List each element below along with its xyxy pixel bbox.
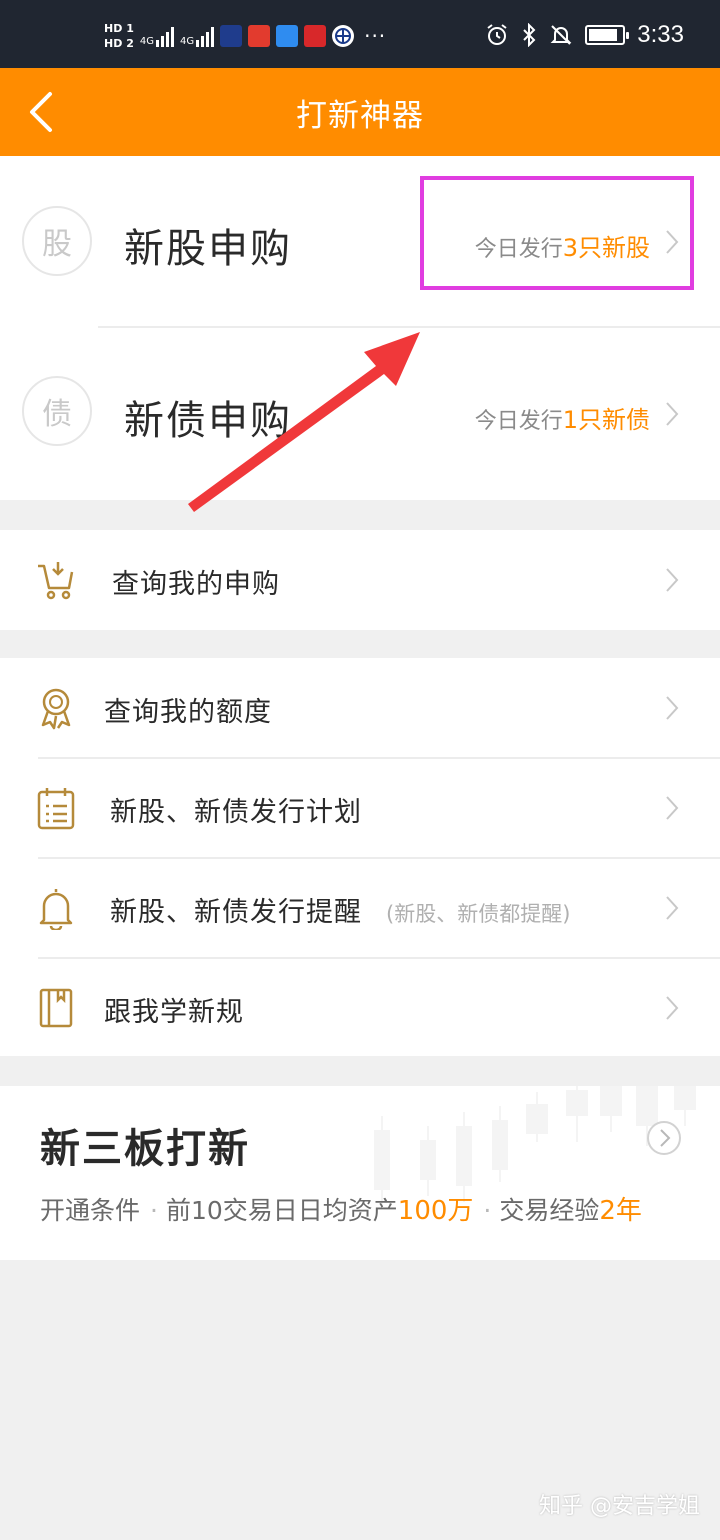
- chevron-right-icon: [666, 402, 679, 426]
- stock-badge-icon: 股: [22, 206, 92, 276]
- alarm-icon: [487, 24, 507, 45]
- mute-bell-icon: [550, 25, 572, 45]
- bluetooth-icon: [523, 23, 536, 47]
- watermark: 知乎 @安吉学姐: [539, 1494, 700, 1519]
- signal-icon-2: 4G: [180, 25, 215, 47]
- chevron-right-icon: [666, 996, 679, 1020]
- clock: 3:33: [637, 21, 684, 48]
- signal-icon: 4G: [140, 25, 174, 47]
- chevron-right-icon: [666, 796, 679, 820]
- page-title: 打新神器: [296, 98, 424, 134]
- chevron-right-icon: [666, 896, 679, 920]
- app-notification-icon: [332, 25, 355, 47]
- menu-label: 新股、新债发行提醒: [110, 897, 362, 928]
- candlestick-decoration-icon: [374, 1086, 696, 1206]
- new-stock-title: 新股申购: [124, 226, 292, 272]
- app-notification-icon: [248, 25, 271, 47]
- app-notification-icon: [276, 25, 299, 47]
- bond-badge-icon: 债: [22, 376, 92, 446]
- query-subscription-card: 查询我的申购: [0, 530, 720, 630]
- more-notifications-icon: ···: [364, 24, 387, 48]
- new-bond-info: 今日发行1只新债: [474, 406, 650, 434]
- calendar-list-icon: [37, 788, 75, 830]
- hd-indicator: HD 1 HD 2: [104, 22, 134, 50]
- battery-icon: [585, 25, 630, 45]
- award-medal-icon: [41, 688, 71, 730]
- chevron-right-icon: [666, 696, 679, 720]
- menu-item-learn-rules[interactable]: 跟我学新规: [0, 958, 720, 1058]
- annotation-arrow-icon: [188, 332, 420, 512]
- annotation-highlight-box: [420, 176, 694, 290]
- neeq-ipo-card[interactable]: 新三板打新 开通条件 · 前10交易日日均资产100万 · 交易经验2年: [0, 1086, 720, 1260]
- neeq-title: 新三板打新: [40, 1126, 250, 1172]
- menu-card: 查询我的额度 新股、新债发行计划 新股、新债发行提醒 (新股、新债都提醒) 跟我学…: [0, 658, 720, 1056]
- bell-icon: [39, 889, 73, 930]
- menu-hint: (新股、新债都提醒): [386, 902, 571, 926]
- nav-bar: 打新神器: [0, 68, 720, 156]
- chevron-right-icon: [666, 568, 679, 592]
- menu-label: 查询我的申购: [112, 569, 280, 600]
- shopping-cart-icon: [38, 562, 74, 600]
- circle-chevron-right-icon: [647, 1121, 681, 1155]
- menu-item-issue-reminder[interactable]: 新股、新债发行提醒 (新股、新债都提醒): [0, 858, 720, 958]
- menu-label: 跟我学新规: [104, 997, 244, 1028]
- neeq-conditions: 开通条件 · 前10交易日日均资产100万 · 交易经验2年: [40, 1196, 642, 1226]
- app-notification-icon: [220, 25, 243, 47]
- menu-item-issue-plan[interactable]: 新股、新债发行计划: [0, 758, 720, 858]
- book-icon: [39, 988, 73, 1028]
- menu-item-query-subscription[interactable]: 查询我的申购: [0, 530, 720, 630]
- menu-item-query-quota[interactable]: 查询我的额度: [0, 658, 720, 758]
- status-bar: HD 1 HD 2 4G 4G ··· 3:33: [0, 0, 720, 68]
- app-notification-icon: [304, 25, 327, 47]
- menu-label: 新股、新债发行计划: [110, 797, 362, 828]
- menu-label: 查询我的额度: [104, 697, 272, 728]
